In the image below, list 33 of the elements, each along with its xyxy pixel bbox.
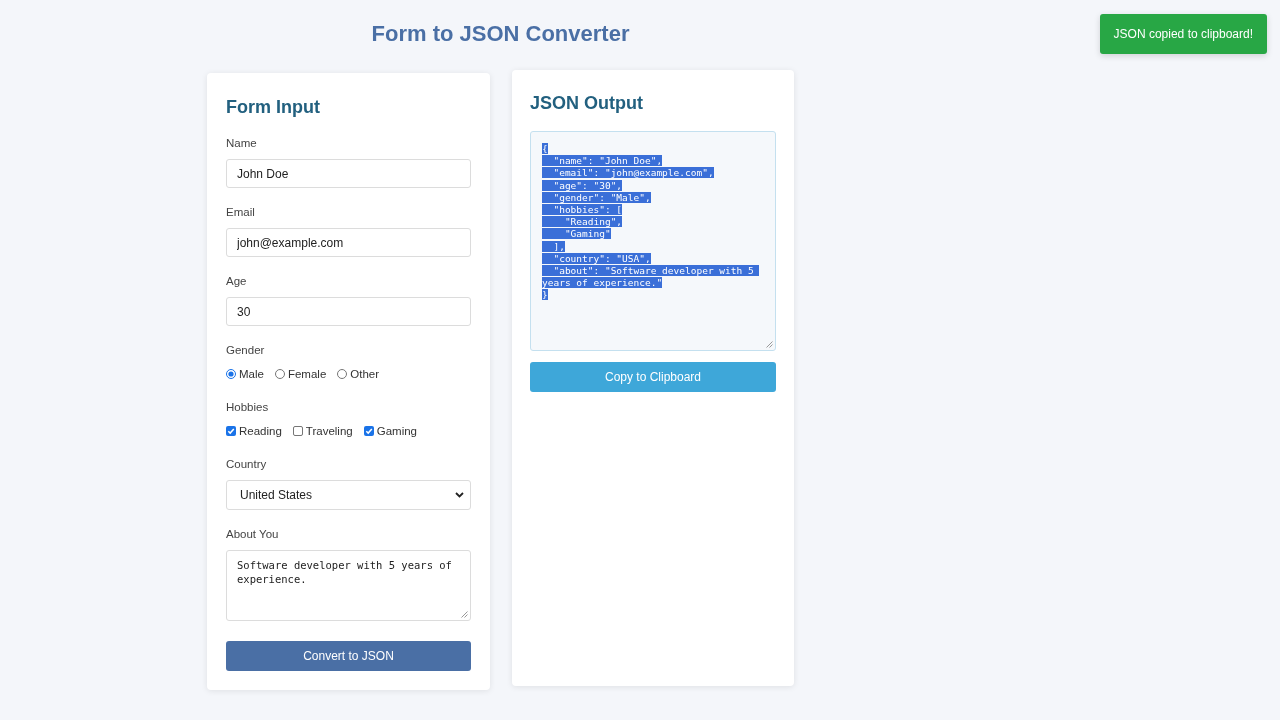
field-label: Country (226, 457, 267, 472)
radio-button[interactable] (226, 369, 236, 379)
text-input[interactable]: John Doe (226, 159, 471, 188)
radio-button[interactable] (337, 369, 348, 379)
checkbox[interactable] (226, 426, 236, 436)
checkbox[interactable] (363, 426, 374, 436)
resize-grip-icon[interactable] (766, 341, 773, 348)
field-label: Hobbies (226, 400, 269, 415)
textarea-field[interactable]: Software developer with 5 years of experience. (226, 550, 471, 621)
field-label: Age (226, 274, 247, 289)
checkbox[interactable] (292, 426, 303, 436)
field-label: Name (226, 136, 257, 151)
option-label[interactable]: Reading (239, 424, 282, 438)
json-output-field[interactable]: { "name": "John Doe", "email": "john@example.com", "age": "30", "gender": "Male", "hobbies": [ "Reading", "Gaming" ], "country": "USA", "about": "Software developer with 5 years of experience." } (530, 131, 776, 351)
text-input[interactable]: john@example.com (226, 228, 471, 257)
page-title: Form to JSON Converter (371, 21, 630, 47)
text-input[interactable]: 30 (226, 297, 471, 326)
field-label: About You (226, 527, 279, 542)
card-heading: JSON Output (530, 92, 643, 115)
chevron-down-icon (455, 492, 464, 498)
radio-button[interactable] (274, 369, 285, 379)
field-label: Email (226, 205, 255, 220)
option-label[interactable]: Gaming (376, 424, 417, 438)
option-label[interactable]: Male (239, 367, 264, 381)
field-label: Gender (226, 343, 265, 358)
convert-button[interactable]: Convert to JSON (226, 641, 471, 671)
option-label[interactable]: Traveling (305, 424, 353, 438)
card-heading: Form Input (226, 96, 320, 119)
option-label[interactable]: Female (287, 367, 327, 381)
dropdown-select[interactable]: United States (226, 480, 471, 510)
toast-notification: JSON copied to clipboard! (1099, 14, 1267, 54)
resize-grip-icon[interactable] (461, 611, 468, 618)
option-label[interactable]: Other (350, 367, 380, 381)
